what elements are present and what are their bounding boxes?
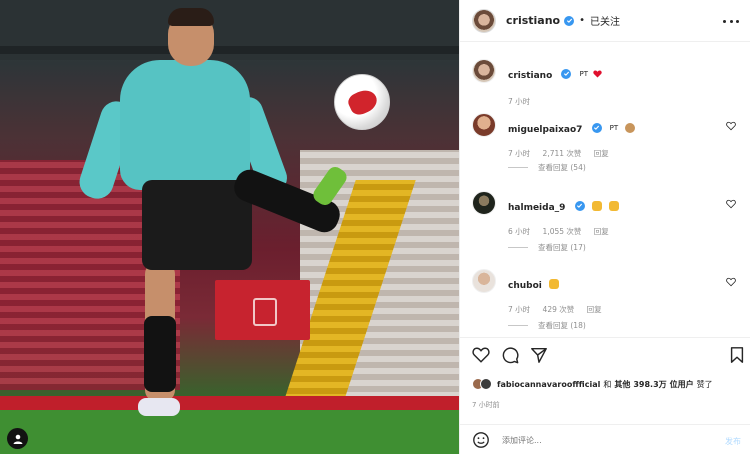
heart-icon[interactable] [726, 121, 736, 131]
likes-others-label[interactable]: 其他 [614, 379, 630, 390]
avatar[interactable] [472, 8, 496, 33]
view-replies-button[interactable]: 查看回复 (54) [508, 162, 586, 173]
comment-input[interactable] [502, 435, 702, 445]
likes-suffix: 位用户 [669, 379, 694, 389]
red-heart-icon [593, 69, 602, 78]
likes-count[interactable]: 398.3万 [633, 379, 666, 390]
more-icon[interactable] [723, 13, 739, 29]
comment-time: 7 小时 [508, 305, 531, 314]
player-jersey [120, 60, 250, 190]
avatar[interactable] [472, 191, 496, 215]
post-photo[interactable] [0, 0, 459, 454]
likes-connector: 和 [603, 379, 612, 389]
heart-icon[interactable] [726, 199, 736, 209]
comment-meta: 7 小时 2,711 次赞 回复 [508, 148, 728, 159]
post-header: cristiano • 已关注 [460, 0, 750, 42]
follow-status[interactable]: 已关注 [590, 13, 620, 28]
caption-text: PT [579, 69, 588, 78]
comment-time: 7 小时 [508, 149, 531, 158]
comment-body: chuboi 7 小时 429 次赞 回复 [508, 273, 728, 315]
view-replies-button[interactable]: 查看回复 (18) [508, 320, 586, 331]
post-comment-button[interactable]: 发布 [725, 436, 741, 447]
comment-text: PT [609, 123, 619, 132]
comment-row: miguelpaixao7 PT 7 小时 2,711 次赞 回复 查看回复 (… [472, 113, 742, 183]
likes-liked-label: 赞了 [696, 379, 713, 389]
praying-emoji-icon [608, 200, 619, 211]
player-sock [144, 316, 176, 392]
bookmark-icon[interactable] [728, 346, 746, 364]
view-replies-button[interactable]: 查看回复 (17) [508, 242, 586, 253]
caption-username[interactable]: cristiano [508, 71, 552, 81]
comment-time: 6 小时 [508, 227, 531, 236]
comment-row: halmeida_9 6 小时 1,055 次赞 回复 查看回复 (17) [472, 191, 742, 261]
separator: • [579, 15, 586, 26]
praying-emoji-icon [591, 200, 602, 211]
caption-body: cristiano PT 7 小时 [508, 63, 728, 107]
avatar[interactable] [472, 59, 496, 83]
comments-list[interactable]: cristiano PT 7 小时 miguelpaixao7 PT 7 小时 … [460, 43, 750, 337]
avatar [480, 378, 492, 390]
crown-emoji-icon [548, 278, 559, 289]
avatar[interactable] [472, 269, 496, 293]
post-time: 7 小时前 [472, 401, 500, 409]
comment-username[interactable]: chuboi [508, 281, 542, 291]
stadium-beam [0, 46, 459, 54]
comment-meta: 6 小时 1,055 次赞 回复 [508, 226, 728, 237]
verified-icon [561, 68, 572, 79]
post-panel: cristiano • 已关注 cristiano PT 7 小时 miguel… [459, 0, 750, 454]
comment-likes[interactable]: 429 次赞 [543, 305, 575, 314]
user-tag-icon[interactable] [7, 428, 28, 449]
comment-username[interactable]: halmeida_9 [508, 203, 565, 213]
post-actions: fabiocannavarooffficial 和 其他 398.3万 位用户 … [460, 337, 750, 454]
avatar[interactable] [472, 113, 496, 137]
likes-first-user[interactable]: fabiocannavarooffficial [497, 380, 600, 389]
emoji-icon[interactable] [472, 431, 490, 449]
pitch-grass [0, 410, 459, 454]
red-banner [215, 280, 310, 340]
reply-button[interactable]: 回复 [587, 305, 602, 314]
heart-icon[interactable] [472, 346, 490, 364]
caption-meta: 7 小时 [508, 96, 728, 107]
comment-icon[interactable] [501, 346, 519, 364]
comment-meta: 7 小时 429 次赞 回复 [508, 304, 728, 315]
comment-body: halmeida_9 6 小时 1,055 次赞 回复 [508, 195, 728, 237]
heart-icon[interactable] [726, 277, 736, 287]
verified-icon [591, 122, 602, 133]
add-comment-bar: 发布 [460, 424, 750, 454]
comment-likes[interactable]: 2,711 次赞 [543, 149, 582, 158]
player-boot [138, 398, 180, 416]
verified-icon [564, 15, 575, 26]
verified-icon [574, 200, 585, 211]
comment-likes[interactable]: 1,055 次赞 [543, 227, 582, 236]
reply-button[interactable]: 回复 [594, 227, 609, 236]
likes-summary[interactable]: fabiocannavarooffficial 和 其他 398.3万 位用户 … [472, 378, 713, 390]
emoji-icon [625, 122, 636, 133]
caption-row: cristiano PT 7 小时 [472, 59, 742, 106]
reply-button[interactable]: 回复 [594, 149, 609, 158]
comment-row: chuboi 7 小时 429 次赞 回复 查看回复 (18) [472, 269, 742, 337]
caption-time: 7 小时 [508, 97, 531, 106]
player-hair [168, 8, 214, 26]
header-username[interactable]: cristiano [506, 14, 560, 27]
comment-body: miguelpaixao7 PT 7 小时 2,711 次赞 回复 [508, 117, 728, 159]
share-icon[interactable] [530, 346, 548, 364]
comment-username[interactable]: miguelpaixao7 [508, 125, 582, 135]
football [334, 74, 390, 130]
